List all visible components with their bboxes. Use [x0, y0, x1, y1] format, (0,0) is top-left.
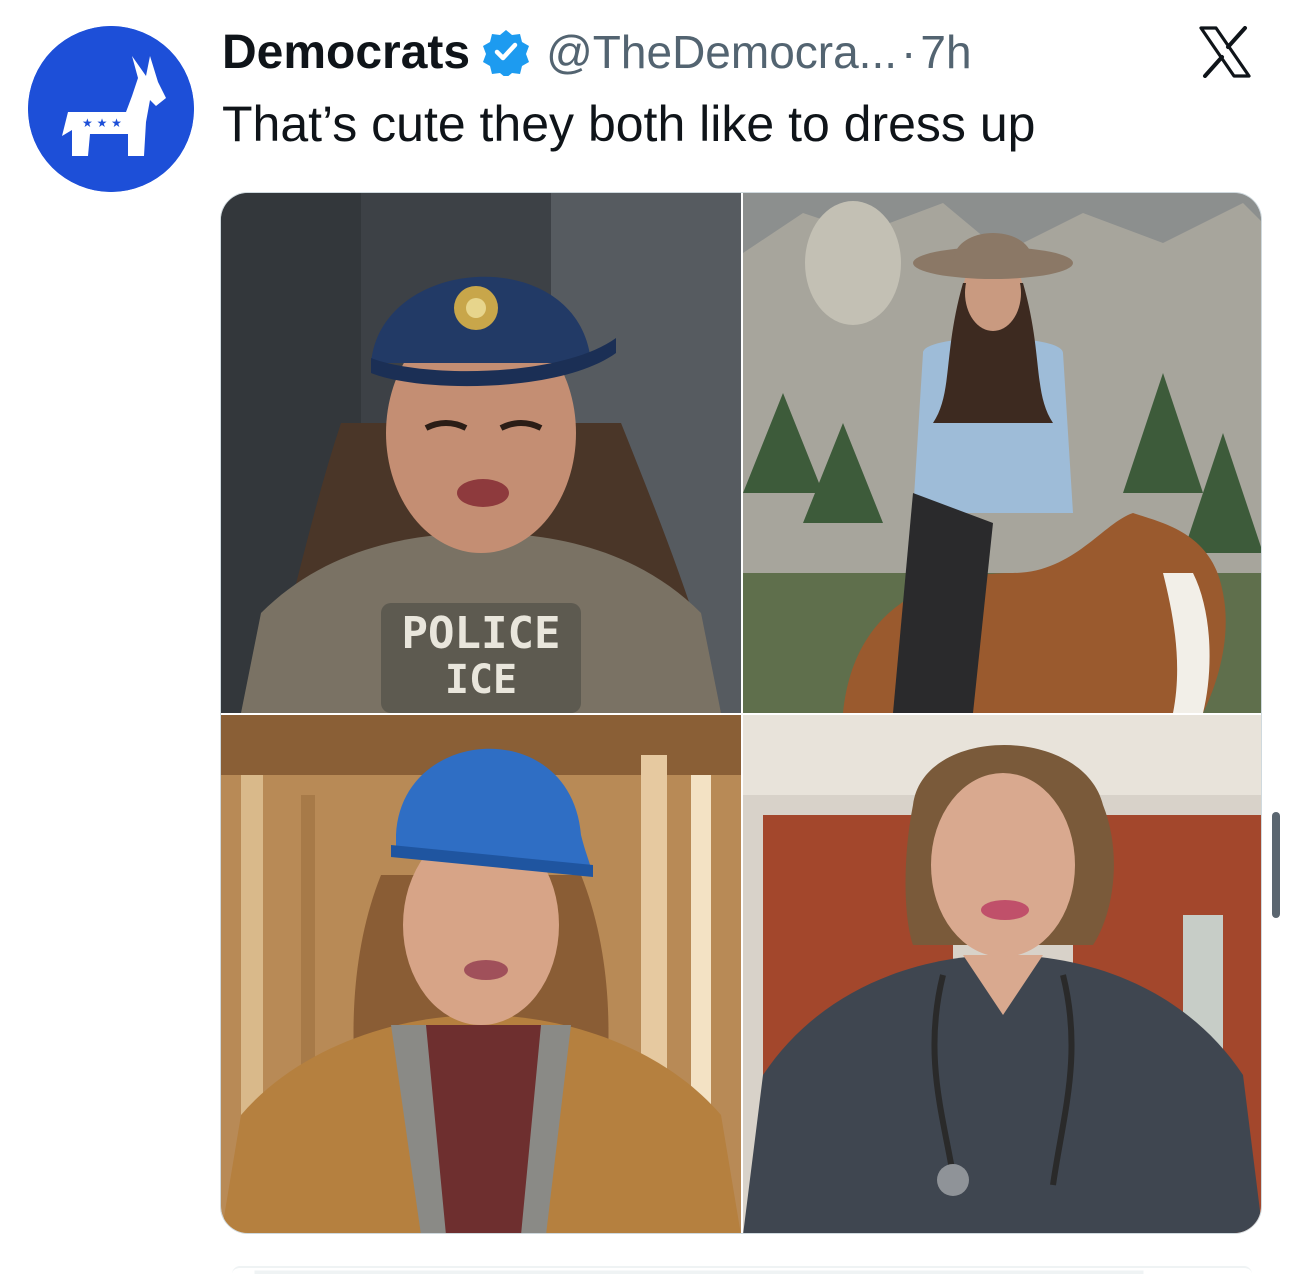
- x-logo-icon[interactable]: [1198, 26, 1252, 78]
- police-ice-photo[interactable]: POLICE ICE: [221, 193, 741, 713]
- nurse-scrubs-photo[interactable]: [743, 715, 1261, 1233]
- vest-text-line2: ICE: [445, 657, 517, 703]
- tweet-timestamp[interactable]: 7h: [920, 25, 971, 79]
- scrollbar-thumb[interactable]: [1272, 812, 1280, 918]
- profile-avatar[interactable]: ★ ★ ★: [28, 26, 194, 192]
- vest-text-line1: POLICE: [402, 608, 561, 659]
- tweet-screen: ★ ★ ★ Democrats @TheDemocra... · 7h That…: [0, 0, 1290, 1274]
- media-grid: POLICE ICE: [220, 192, 1262, 1234]
- reply-box-edge: [232, 1266, 1252, 1274]
- meta-separator: ·: [901, 26, 917, 78]
- previous-text-fragment: [300, 0, 660, 6]
- hard-hat-photo[interactable]: [221, 715, 741, 1233]
- cowgirl-horse-illustration: [743, 193, 1261, 713]
- democrat-donkey-logo: ★ ★ ★: [28, 26, 194, 192]
- nurse-scrubs-illustration: [743, 715, 1261, 1233]
- svg-text:★ ★ ★: ★ ★ ★: [82, 116, 122, 130]
- tweet-text: That’s cute they both like to dress up: [222, 96, 1036, 152]
- tweet-header: Democrats @TheDemocra... · 7h: [222, 20, 1222, 84]
- tweet-meta: @TheDemocra... · 7h: [542, 25, 971, 79]
- verified-badge-icon: [483, 30, 530, 76]
- police-ice-illustration: POLICE ICE: [221, 193, 741, 713]
- cowgirl-horse-photo[interactable]: [743, 193, 1261, 713]
- hard-hat-illustration: [221, 715, 741, 1233]
- author-handle[interactable]: @TheDemocra...: [546, 25, 897, 79]
- author-name[interactable]: Democrats: [222, 25, 470, 80]
